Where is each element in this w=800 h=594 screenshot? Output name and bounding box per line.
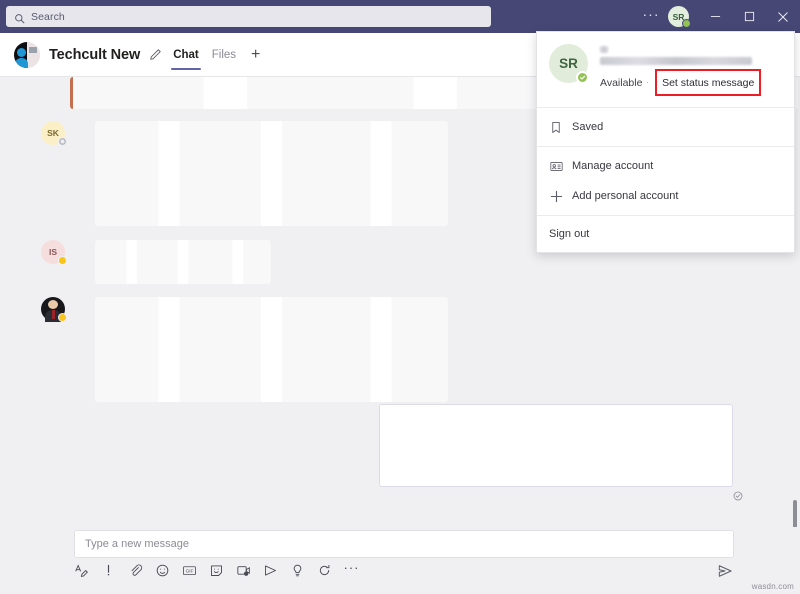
avatar-body [15,57,28,68]
group-avatar[interactable] [14,41,40,68]
attach-icon[interactable] [128,563,143,578]
watermark: wasdn.com [751,582,794,591]
avatar-decor [29,46,37,53]
compose-toolbar: GIF ··· [74,560,359,578]
pencil-icon[interactable] [149,48,162,61]
window-controls: ··· SR [638,0,800,33]
menu-item-saved[interactable]: Saved [537,112,794,142]
tab-chat[interactable]: Chat [171,33,201,77]
format-icon[interactable] [74,563,89,578]
status-badge [682,19,691,28]
status-text[interactable]: Available [600,77,642,89]
minimize-button[interactable] [698,0,732,33]
svg-text:GIF: GIF [186,569,194,574]
avatar-tie [51,310,55,319]
account-card-icon [549,159,563,173]
loop-icon[interactable] [317,563,332,578]
important-icon[interactable] [101,563,116,578]
message-bubble[interactable] [95,121,448,226]
profile-summary: SR Available · Set status message [537,32,794,107]
praise-icon[interactable] [290,563,305,578]
tab-files[interactable]: Files [210,33,238,77]
close-button[interactable] [766,0,800,33]
status-badge [58,313,67,322]
menu-item-sign-out-label: Sign out [549,228,590,240]
maximize-button[interactable] [732,0,766,33]
search-placeholder: Search [31,10,65,23]
tab-files-label: Files [211,48,237,61]
menu-group-accounts: Manage account Add personal account [537,147,794,215]
avatar[interactable] [41,297,67,322]
set-status-message-button[interactable]: Set status message [655,69,762,96]
available-status-badge [576,71,589,84]
message-input[interactable]: Type a new message [74,530,734,558]
emoji-icon[interactable] [155,563,170,578]
status-badge [58,256,67,265]
menu-item-add-personal-account[interactable]: Add personal account [537,181,794,211]
menu-item-saved-label: Saved [572,121,604,133]
message-bubble-outgoing[interactable] [379,404,733,487]
compose-area: Type a new message GIF ··· wasdn.com [0,527,800,594]
add-tab-button[interactable]: + [251,46,260,64]
meet-now-icon[interactable] [236,563,251,578]
avatar-initials: SK [47,128,59,138]
message-bubble[interactable] [95,297,448,402]
menu-item-manage-account-label: Manage account [572,160,654,172]
plus-icon [549,189,563,203]
title-bar: Search ··· SR [0,0,800,33]
bookmark-icon [549,120,563,134]
table-row [379,404,743,501]
send-button[interactable] [716,563,734,579]
menu-group-saved: Saved [537,108,794,146]
chevron-down-icon[interactable]: · [646,78,649,87]
menu-item-add-personal-account-label: Add personal account [572,190,679,202]
avatar-right-half [27,41,40,68]
avatar-initials: IS [48,247,58,257]
seen-check-icon [733,488,743,506]
menu-item-sign-out[interactable]: Sign out [537,220,794,248]
status-row: Available · Set status message [600,69,783,96]
profile-email-redacted [600,57,752,65]
stream-icon[interactable] [263,563,278,578]
table-row: SK [41,121,448,226]
tab-chat-label: Chat [173,48,199,61]
profile-identity: Available · Set status message [600,44,783,96]
avatar[interactable]: SK [41,121,67,146]
avatar-face [48,300,58,309]
more-options-icon[interactable]: ··· [344,560,359,578]
menu-group-signout: Sign out [537,216,794,252]
sticker-icon[interactable] [209,563,224,578]
status-badge [58,137,67,146]
giphy-icon[interactable]: GIF [182,563,197,578]
table-row [41,297,448,402]
avatar[interactable]: SR [549,44,589,84]
avatar-face [17,47,26,57]
teams-window: Search ··· SR Techcult New Chat Files + … [0,0,800,594]
profile-name-redacted [600,46,608,53]
search-icon [14,11,25,24]
avatar[interactable]: IS [41,240,67,265]
table-row: IS [41,240,271,284]
page-title: Techcult New [49,46,141,63]
titlebar-more-button[interactable]: ··· [638,0,664,33]
profile-menu: SR Available · Set status message Saved … [536,31,795,253]
message-bubble[interactable] [95,240,271,284]
message-input-placeholder: Type a new message [85,538,189,550]
avatar-initials: SR [559,56,578,71]
set-status-message-label: Set status message [662,77,755,89]
menu-item-manage-account[interactable]: Manage account [537,151,794,181]
search-input[interactable]: Search [6,6,491,27]
avatar[interactable]: SR [668,6,691,28]
